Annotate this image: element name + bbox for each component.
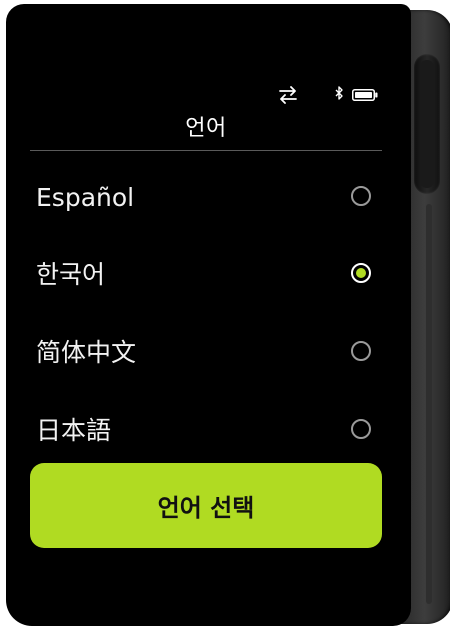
select-language-button[interactable]: 언어 선택: [30, 463, 382, 548]
language-option-korean[interactable]: 한국어: [30, 247, 382, 303]
side-button-grip: [420, 60, 434, 188]
language-label: 日本語: [36, 416, 112, 445]
side-rail: [426, 204, 432, 604]
screen: 언어 Español 한국어 简体中文 日本語 언어 선택: [6, 4, 411, 626]
language-option-japanese[interactable]: 日本語: [30, 403, 382, 459]
battery-icon: [352, 89, 378, 101]
radio-button-selected[interactable]: [351, 263, 371, 283]
radio-button[interactable]: [351, 419, 371, 439]
bluetooth-icon: [335, 86, 343, 100]
radio-button[interactable]: [351, 186, 371, 206]
language-option-spanish[interactable]: Español: [30, 170, 382, 226]
swap-arrows-icon: [279, 86, 297, 104]
radio-button[interactable]: [351, 341, 371, 361]
side-button[interactable]: [414, 54, 440, 194]
device-frame: 언어 Español 한국어 简体中文 日本語 언어 선택: [6, 4, 450, 626]
status-bar: [6, 84, 411, 106]
language-label: Español: [36, 183, 135, 212]
header-divider: [30, 150, 382, 151]
language-option-simplified-chinese[interactable]: 简体中文: [30, 325, 382, 381]
language-label: 한국어: [36, 260, 106, 289]
page-title: 언어: [185, 116, 227, 141]
language-label: 简体中文: [36, 338, 137, 367]
